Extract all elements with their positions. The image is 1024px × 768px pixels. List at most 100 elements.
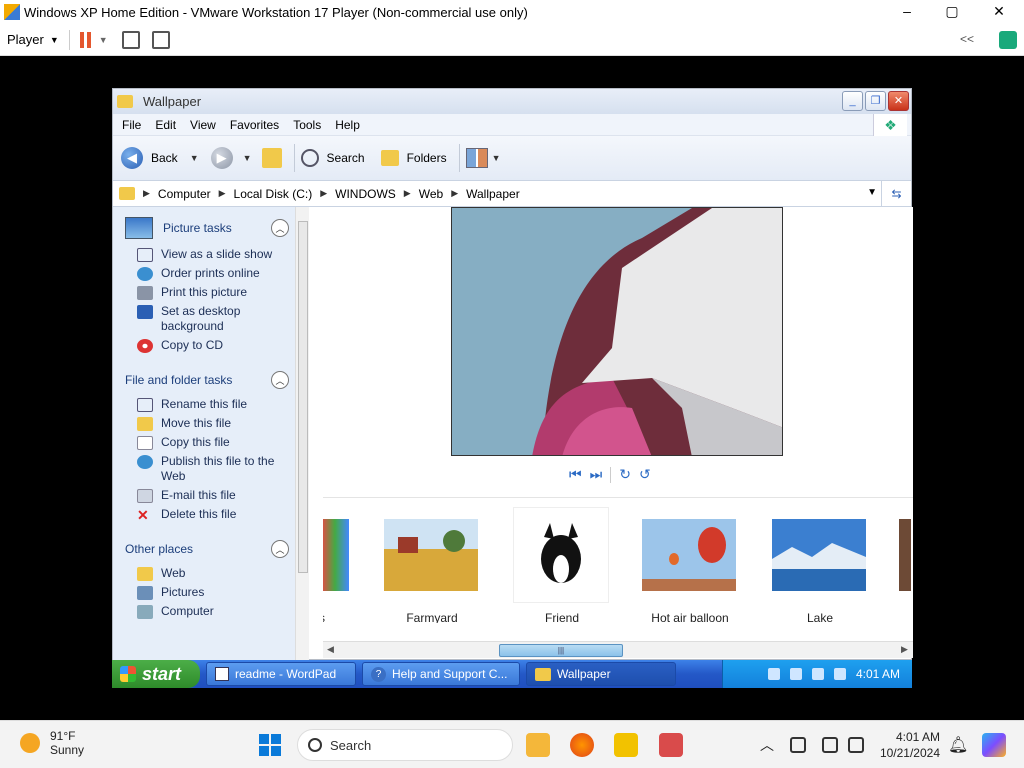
file-tasks-header[interactable]: File and folder tasks ︿ — [125, 365, 289, 395]
weather-widget[interactable]: 91°F Sunny — [20, 729, 84, 757]
task-slide-show[interactable]: View as a slide show — [125, 245, 289, 264]
tray-icon[interactable] — [767, 668, 780, 680]
task-pane-scrollbar[interactable] — [295, 207, 309, 661]
host-clock[interactable]: 4:01 AM 10/21/2024 — [880, 729, 940, 761]
network-icon[interactable] — [790, 737, 806, 753]
explorer-minimize-button[interactable]: _ — [842, 91, 863, 111]
refresh-icon[interactable]: ⇆ — [881, 181, 911, 207]
next-image-icon[interactable]: ⏭ — [590, 466, 603, 483]
hot-air-balloon-image — [642, 519, 736, 591]
start-button[interactable]: start — [112, 660, 200, 688]
chevron-down-icon[interactable]: ▼ — [99, 35, 108, 45]
player-menu[interactable]: Player ▼ — [7, 32, 59, 47]
thumbnail-item[interactable]: Friend — [513, 507, 611, 623]
breadcrumb-windows[interactable]: WINDOWS — [335, 187, 396, 201]
address-bar[interactable]: ▶ Computer ▶ Local Disk (C:) ▶ WINDOWS ▶… — [113, 181, 911, 207]
views-button[interactable]: ▼ — [465, 148, 501, 168]
taskbar-wordpad[interactable]: readme - WordPad — [206, 662, 356, 686]
breadcrumb-web[interactable]: Web — [419, 187, 443, 201]
thumbnail-item[interactable]: s — [323, 507, 351, 623]
thumbnail-item[interactable] — [899, 507, 913, 603]
place-web[interactable]: Web — [125, 564, 289, 583]
chevron-down-icon: ▼ — [242, 153, 252, 163]
task-copy-to-cd[interactable]: Copy to CD — [125, 336, 289, 355]
taskbar-help-support[interactable]: ? Help and Support C... — [362, 662, 520, 686]
breadcrumb-computer[interactable]: Computer — [158, 187, 211, 201]
minimize-button[interactable]: – — [884, 0, 930, 24]
taskbar-wallpaper[interactable]: Wallpaper — [526, 662, 676, 686]
task-delete-file[interactable]: ✕ Delete this file — [125, 505, 289, 524]
menu-tools[interactable]: Tools — [293, 118, 321, 132]
task-label: Rename this file — [161, 397, 248, 411]
folder-icon — [137, 567, 153, 581]
task-set-desktop-background[interactable]: Set as desktop background — [125, 302, 289, 336]
volume-icon[interactable] — [848, 737, 864, 753]
display-icon[interactable] — [822, 737, 838, 753]
task-copy-file[interactable]: Copy this file — [125, 433, 289, 452]
forward-button[interactable]: ▶ ▼ — [210, 147, 252, 169]
menu-view[interactable]: View — [190, 118, 216, 132]
collapse-toolbar-button[interactable]: << — [960, 32, 974, 46]
notification-bell-icon[interactable]: 🔔︎ — [948, 735, 968, 755]
task-pane-scroll-thumb[interactable] — [298, 221, 308, 573]
filmstrip-scrollbar[interactable]: ◀ ||| ▶ — [323, 641, 913, 658]
collapse-icon[interactable]: ︿ — [271, 219, 289, 237]
firefox-icon[interactable] — [570, 733, 594, 757]
snipping-tool-icon[interactable] — [659, 733, 683, 757]
explorer-restore-button[interactable]: ❐ — [865, 91, 886, 111]
address-dropdown-icon[interactable]: ▼ — [867, 187, 877, 198]
menu-edit[interactable]: Edit — [155, 118, 176, 132]
place-label: Pictures — [161, 585, 205, 599]
filmstrip-scroll-thumb[interactable]: ||| — [499, 644, 623, 657]
task-publish-web[interactable]: Publish this file to the Web — [125, 452, 289, 486]
up-folder-icon[interactable] — [261, 148, 282, 168]
place-computer[interactable]: Computer — [125, 602, 289, 621]
thumbnail-frame — [899, 507, 913, 603]
collapse-icon[interactable]: ︿ — [271, 540, 289, 558]
search-button[interactable]: Search — [300, 149, 365, 167]
breadcrumb-wallpaper[interactable]: Wallpaper — [466, 187, 520, 201]
volume-icon[interactable] — [811, 668, 824, 680]
previous-image-icon[interactable]: ⏮ — [569, 466, 582, 483]
host-search-box[interactable]: Search — [297, 729, 513, 761]
scroll-right-icon[interactable]: ▶ — [901, 644, 908, 655]
task-move-file[interactable]: Move this file — [125, 414, 289, 433]
vmware-app-icon[interactable] — [614, 733, 638, 757]
tray-icon[interactable] — [789, 668, 802, 680]
windows-start-icon[interactable] — [259, 734, 281, 756]
menu-file[interactable]: File — [122, 118, 141, 132]
system-tray: 4:01 AM — [722, 660, 912, 688]
menu-favorites[interactable]: Favorites — [230, 118, 279, 132]
folders-button[interactable]: Folders — [380, 150, 447, 166]
notes-icon[interactable] — [999, 31, 1017, 49]
explorer-close-button[interactable]: ✕ — [888, 91, 909, 111]
task-label: E-mail this file — [161, 488, 236, 502]
maximize-button[interactable]: ▢ — [929, 0, 975, 24]
forward-arrow-icon: ▶ — [210, 147, 233, 169]
task-email-file[interactable]: E-mail this file — [125, 486, 289, 505]
rotate-clockwise-icon[interactable]: ↻ — [619, 466, 631, 483]
file-explorer-icon[interactable] — [526, 733, 550, 757]
thumbnail-item[interactable]: Farmyard — [383, 507, 481, 623]
close-button[interactable]: ✕ — [976, 0, 1022, 24]
other-places-header[interactable]: Other places ︿ — [125, 534, 289, 564]
pause-icon[interactable] — [79, 31, 91, 48]
send-ctrl-alt-del-icon[interactable] — [121, 30, 140, 49]
task-rename-file[interactable]: Rename this file — [125, 395, 289, 414]
task-order-prints[interactable]: Order prints online — [125, 264, 289, 283]
copilot-icon[interactable] — [982, 733, 1006, 757]
thumbnail-item[interactable]: Lake — [771, 507, 869, 623]
back-button[interactable]: ◀ Back ▼ — [121, 147, 199, 169]
collapse-icon[interactable]: ︿ — [271, 371, 289, 389]
scroll-left-icon[interactable]: ◀ — [327, 644, 334, 655]
rotate-counterclockwise-icon[interactable]: ↺ — [639, 466, 651, 483]
picture-tasks-header[interactable]: Picture tasks ︿ — [125, 211, 289, 245]
breadcrumb-local-disk[interactable]: Local Disk (C:) — [234, 187, 313, 201]
place-pictures[interactable]: Pictures — [125, 583, 289, 602]
menu-help[interactable]: Help — [335, 118, 360, 132]
chevron-up-icon[interactable]: ︿ — [760, 735, 774, 755]
thumbnail-item[interactable]: Hot air balloon — [641, 507, 739, 623]
task-print-picture[interactable]: Print this picture — [125, 283, 289, 302]
network-icon[interactable] — [833, 668, 846, 680]
fullscreen-icon[interactable] — [151, 30, 170, 49]
